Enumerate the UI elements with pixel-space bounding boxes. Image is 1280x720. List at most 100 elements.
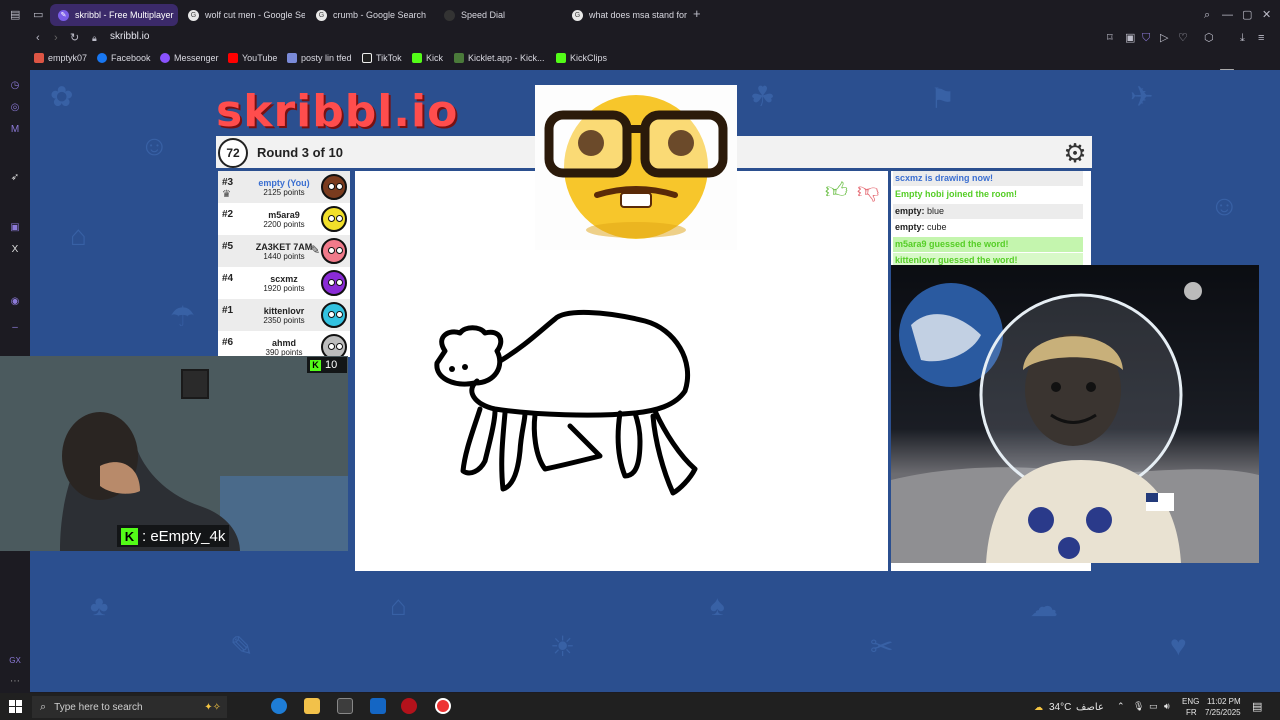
browser-menu-icon[interactable]: ▤: [10, 9, 20, 21]
tab-speed-dial[interactable]: Speed Dial: [436, 4, 561, 26]
bookmark-tiktok[interactable]: TikTok: [362, 53, 402, 63]
tab-skribbl[interactable]: ✎ skribbl - Free Multiplayer: [50, 4, 178, 26]
microphone-icon[interactable]: 🎙︎: [1133, 701, 1144, 712]
player-avatar: [321, 238, 347, 264]
download-icon[interactable]: ⤓: [1240, 32, 1245, 44]
player-name: ahmd: [271, 338, 296, 348]
dash-icon[interactable]: –: [9, 322, 21, 334]
chat-message: empty: cube: [893, 220, 1083, 235]
twitch-icon[interactable]: ▣: [9, 222, 21, 234]
instagram-icon: [34, 53, 44, 63]
doodle-icon: ☁: [1030, 591, 1058, 622]
close-icon[interactable]: ✕: [1262, 9, 1271, 21]
bookmark-label: posty lin tfed: [301, 53, 352, 63]
tab-label: what does msa stand for: [589, 10, 688, 20]
clock-date[interactable]: 7/25/2025: [1205, 708, 1241, 717]
nerd-face-icon: [544, 95, 728, 239]
doodle-icon: ☂: [170, 301, 196, 332]
player-avatar: [321, 302, 347, 328]
mail-icon[interactable]: M: [9, 124, 21, 136]
gx-icon[interactable]: GX: [9, 656, 21, 668]
bookmark-emptyk07[interactable]: emptyk07: [34, 53, 87, 63]
heart-icon[interactable]: ♡: [1178, 32, 1188, 44]
url-field[interactable]: skribbl.io: [110, 31, 149, 42]
tab-crumb[interactable]: G crumb - Google Search: [308, 4, 433, 26]
kick-icon: [412, 53, 422, 63]
screen-recorder-icon[interactable]: [435, 698, 451, 714]
new-tab-button[interactable]: +: [693, 7, 701, 20]
outlook-icon[interactable]: [370, 698, 386, 714]
extensions-icon[interactable]: ⬡: [1204, 32, 1214, 44]
player-row[interactable]: #4 scxmz 1920 points: [218, 267, 350, 299]
chat-message-text: kittenlovr guessed the word!: [895, 255, 1018, 265]
bookmark-messenger[interactable]: Messenger: [160, 53, 219, 63]
volume-icon[interactable]: 🔊︎: [1164, 701, 1170, 712]
doodle-icon: ♠: [710, 590, 725, 621]
reload-icon[interactable]: ↻: [70, 32, 79, 44]
skribbl-logo: skribbl.io: [216, 86, 459, 137]
player-row[interactable]: #5 ZA3KET 7AM 1440 points ✎: [218, 235, 350, 267]
store-icon[interactable]: [337, 698, 353, 714]
chat-message-text: blue: [927, 206, 945, 216]
bookmark-icon[interactable]: ⌑: [1107, 32, 1113, 44]
opera-gx-icon[interactable]: [401, 698, 417, 714]
minimize-icon[interactable]: —: [1222, 9, 1233, 21]
shield-icon[interactable]: ⛉: [1142, 32, 1150, 44]
player-row[interactable]: #1 kittenlovr 2350 points: [218, 299, 350, 331]
circle-icon[interactable]: ◉: [9, 296, 21, 308]
clock-time[interactable]: 11:02 PM: [1207, 697, 1241, 706]
player-row[interactable]: #2 m5ara9 2200 points: [218, 203, 350, 235]
player-points: 2350 points: [263, 316, 305, 325]
windows-start-icon[interactable]: [9, 700, 22, 713]
bookmark-kicklet[interactable]: Kicklet.app - Kick...: [454, 53, 545, 63]
player-row[interactable]: #3 ♛ empty (You) 2125 points: [218, 171, 350, 203]
file-explorer-icon[interactable]: [304, 698, 320, 714]
maximize-icon[interactable]: ▢: [1242, 9, 1252, 21]
bookmark-youtube[interactable]: YouTube: [228, 53, 277, 63]
doodle-icon: ⌂: [70, 220, 87, 251]
more-icon[interactable]: ⋯: [9, 676, 21, 688]
search-tabs-icon[interactable]: ⌕: [1204, 9, 1210, 21]
tab-msa[interactable]: G what does msa stand for: [564, 4, 689, 26]
tab-label: crumb - Google Search: [333, 10, 427, 20]
menu-icon[interactable]: ≡: [1258, 32, 1264, 44]
history-icon[interactable]: ◷: [9, 80, 21, 92]
arrow-icon[interactable]: ➶: [9, 172, 21, 184]
player-icon[interactable]: ▷: [1160, 32, 1168, 44]
doodle-icon: ☺: [1210, 190, 1239, 221]
instagram-icon[interactable]: ◎: [9, 102, 21, 114]
settings-gear-icon[interactable]: ⚙: [1061, 139, 1089, 167]
edge-icon[interactable]: [271, 698, 287, 714]
bookmark-label: KickClips: [570, 53, 608, 63]
x-icon[interactable]: X: [9, 244, 21, 256]
taskbar-search[interactable]: ⌕ Type here to search ✦✧: [32, 696, 227, 718]
webcam-overlay: [0, 356, 348, 551]
bookmark-posty[interactable]: posty lin tfed: [287, 53, 352, 63]
chevron-up-icon[interactable]: ⌃: [1117, 701, 1125, 712]
network-icon[interactable]: ▭: [1149, 701, 1158, 712]
player-list: #3 ♛ empty (You) 2125 points #2 m5ara9 2…: [218, 171, 350, 357]
notifications-icon[interactable]: ▤: [1252, 700, 1262, 713]
bookmark-kick[interactable]: Kick: [412, 53, 443, 63]
doodle-icon: ✿: [50, 81, 74, 112]
forward-icon[interactable]: ›: [54, 32, 58, 44]
language-secondary[interactable]: FR: [1186, 708, 1197, 717]
thumbs-down-icon[interactable]: 👎︎: [857, 177, 879, 204]
language-primary[interactable]: ENG: [1182, 697, 1199, 706]
thumbs-up-icon[interactable]: 👍︎: [825, 177, 848, 204]
back-icon[interactable]: ‹: [36, 32, 40, 44]
doodle-icon: ♣: [90, 590, 109, 621]
weather-temp[interactable]: 34°C: [1049, 702, 1071, 713]
tab-wolf-cut[interactable]: G wolf cut men - Google Se: [180, 4, 305, 26]
google-favicon-icon: G: [188, 9, 199, 21]
bookmark-label: Kick: [426, 53, 444, 63]
bookmark-label: Messenger: [174, 53, 219, 63]
kicklet-icon: [454, 53, 464, 63]
bookmark-facebook[interactable]: Facebook: [97, 53, 151, 63]
player-row[interactable]: #6 ahmd 390 points: [218, 331, 350, 357]
snapshot-icon[interactable]: ▣: [1125, 32, 1135, 44]
workspaces-icon[interactable]: ▭: [33, 9, 43, 21]
bookmark-kickclips[interactable]: KickClips: [556, 53, 607, 63]
doodle-icon: ☘: [750, 81, 776, 112]
facebook-icon: [97, 53, 107, 63]
